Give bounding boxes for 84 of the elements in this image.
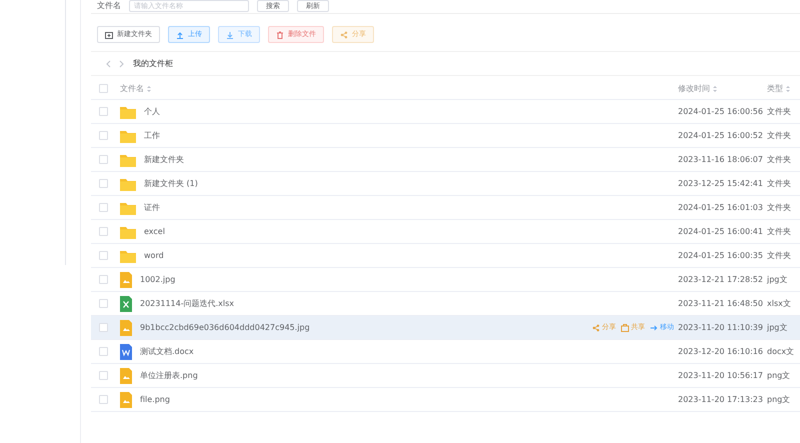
file-type: 文件夹 [767, 154, 791, 164]
folder-icon [120, 248, 136, 262]
row-checkbox[interactable] [99, 107, 108, 116]
file-name[interactable]: word [144, 250, 164, 262]
select-all-checkbox[interactable] [99, 84, 108, 93]
file-type: png文 [767, 394, 790, 404]
folder-icon [120, 152, 136, 166]
file-name[interactable]: 新建文件夹 [144, 154, 184, 166]
share-icon [340, 30, 348, 38]
file-name[interactable]: excel [144, 226, 165, 238]
modified-time: 2023-11-20 10:56:17 [678, 370, 763, 380]
sort-icon [785, 84, 791, 92]
row-checkbox[interactable] [99, 131, 108, 140]
modified-time: 2023-12-21 17:28:52 [678, 274, 763, 284]
file-name[interactable]: 1002.jpg [140, 274, 176, 286]
file-name[interactable]: 证件 [144, 202, 160, 214]
file-type: 文件夹 [767, 226, 791, 236]
image-file-icon [120, 272, 132, 288]
row-checkbox[interactable] [99, 347, 108, 356]
file-type: 文件夹 [767, 130, 791, 140]
upload-icon [176, 30, 184, 38]
folder-icon [120, 104, 136, 118]
modified-time: 2024-01-25 16:00:56 [678, 106, 763, 116]
modified-time: 2023-12-20 16:10:16 [678, 346, 763, 356]
row-checkbox[interactable] [99, 371, 108, 380]
file-name[interactable]: file.png [140, 394, 170, 406]
file-type: 文件夹 [767, 250, 791, 260]
sort-icon [712, 84, 718, 92]
modified-time: 2023-11-20 17:13:23 [678, 394, 763, 404]
column-header[interactable]: 修改时间 [678, 82, 710, 94]
image-file-icon [120, 320, 132, 336]
document-file-icon [120, 344, 132, 360]
file-type: jpg文 [767, 274, 788, 284]
row-checkbox[interactable] [99, 275, 108, 284]
spreadsheet-file-icon [120, 296, 132, 312]
row-checkbox[interactable] [99, 323, 108, 332]
folder-icon [120, 176, 136, 190]
folder-icon [120, 128, 136, 142]
image-file-icon [120, 368, 132, 384]
modified-time: 2023-11-16 18:06:07 [678, 154, 763, 164]
column-header[interactable]: 文件名 [120, 82, 144, 94]
modified-time: 2024-01-25 16:00:41 [678, 226, 763, 236]
forward-icon [119, 60, 125, 68]
back-icon [105, 60, 111, 68]
row-checkbox[interactable] [99, 203, 108, 212]
file-name[interactable]: 新建文件夹 (1) [144, 178, 198, 190]
share-icon [592, 324, 600, 332]
modified-time: 2024-01-25 16:00:52 [678, 130, 763, 140]
row-checkbox[interactable] [99, 179, 108, 188]
file-type: jpg文 [767, 322, 788, 332]
modified-time: 2023-11-20 11:10:39 [678, 322, 763, 332]
folder-plus-icon [105, 30, 113, 38]
sort-icon [146, 84, 152, 92]
download-icon [226, 30, 234, 38]
file-name[interactable]: 工作 [144, 130, 160, 142]
row-checkbox[interactable] [99, 395, 108, 404]
modified-time: 2023-11-21 16:48:50 [678, 298, 763, 308]
breadcrumb-path[interactable]: 我的文件柜 [133, 58, 173, 70]
row-checkbox[interactable] [99, 155, 108, 164]
file-name[interactable]: 单位注册表.png [140, 370, 198, 382]
search-label: 文件名 [97, 0, 121, 12]
file-type: 文件夹 [767, 106, 791, 116]
file-name[interactable]: 个人 [144, 106, 160, 118]
image-file-icon [120, 392, 132, 408]
column-header[interactable]: 类型 [767, 82, 783, 94]
row-checkbox[interactable] [99, 299, 108, 308]
file-name[interactable]: 9b1bcc2cbd69e036d604ddd0427c945.jpg [140, 322, 310, 334]
file-type: 文件夹 [767, 178, 791, 188]
file-type: xlsx文 [767, 298, 791, 308]
file-type: 文件夹 [767, 202, 791, 212]
modified-time: 2024-01-25 16:00:35 [678, 250, 763, 260]
briefcase-icon [621, 324, 629, 332]
modified-time: 2023-12-25 15:42:41 [678, 178, 763, 188]
folder-icon [120, 224, 136, 238]
arrow-right-icon [650, 324, 658, 332]
file-name[interactable]: 20231114-问题迭代.xlsx [140, 298, 234, 310]
trash-icon [276, 30, 284, 38]
modified-time: 2024-01-25 16:01:03 [678, 202, 763, 212]
file-name[interactable]: 测试文档.docx [140, 346, 194, 358]
folder-icon [120, 200, 136, 214]
row-checkbox[interactable] [99, 227, 108, 236]
file-type: png文 [767, 370, 790, 380]
row-checkbox[interactable] [99, 251, 108, 260]
file-type: docx文 [767, 346, 794, 356]
